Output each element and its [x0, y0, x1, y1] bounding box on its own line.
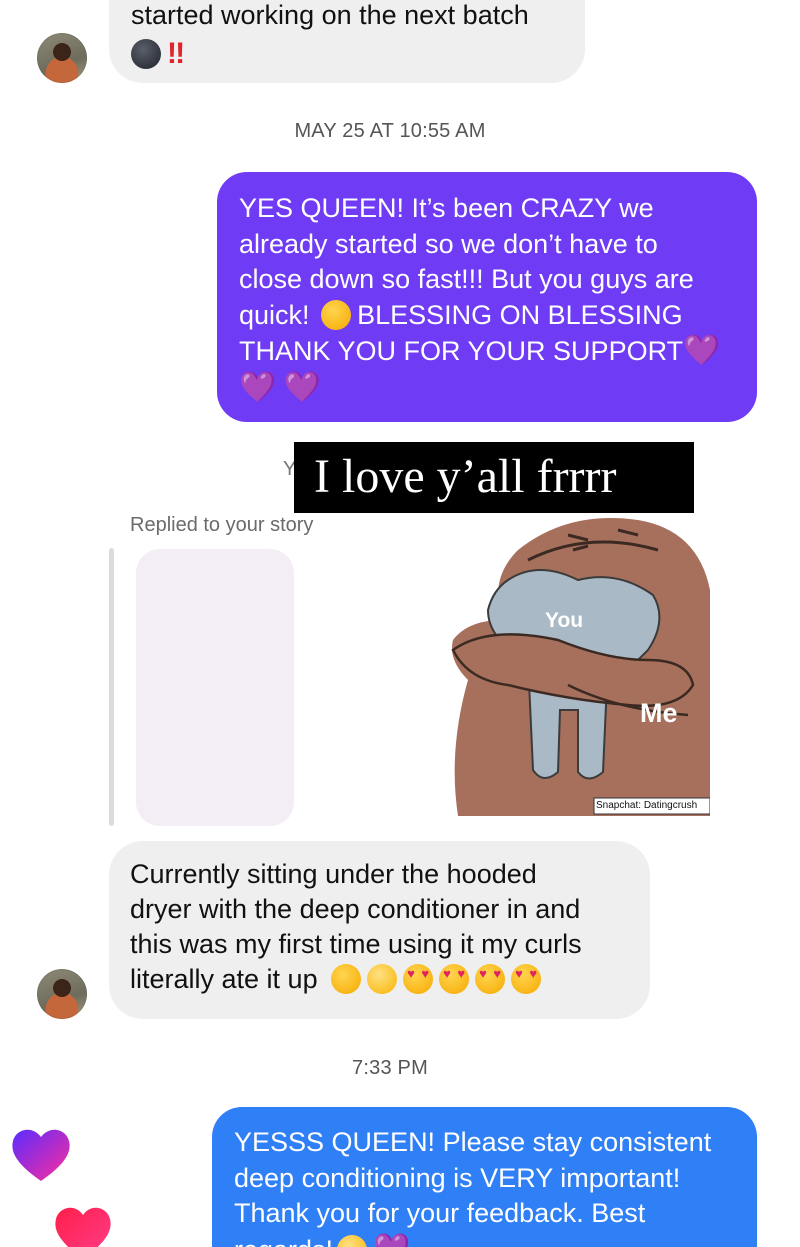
outgoing-message-bubble: YESSS QUEEN! Please stay consistent deep…	[212, 1107, 757, 1247]
heart-eyes-emoji	[511, 964, 542, 994]
heart-eyes-emoji	[439, 964, 470, 994]
message-timestamp: 7:33 PM	[352, 1057, 428, 1079]
story-caption-text: I love y’all frrrr	[314, 450, 617, 503]
reply-indicator-line	[109, 548, 114, 826]
message-text: started working on the next batch	[131, 0, 529, 30]
message-line: Thank you for your feedback. Best	[234, 1198, 646, 1228]
incoming-message-bubble: Currently sitting under the hooded dryer…	[109, 841, 650, 1019]
story-reply-label: Replied to your story	[130, 514, 314, 536]
sticker-watermark: Snapchat: Datingcrush	[596, 800, 698, 811]
story-thumbnail[interactable]	[136, 549, 294, 826]
message-line: YESSS QUEEN! Please stay consistent	[234, 1127, 712, 1157]
purple-heart-emoji: 💜	[683, 334, 721, 367]
bear-hug-illustration	[451, 518, 711, 816]
message-line: BLESSING ON BLESSING	[357, 299, 683, 330]
weary-face-emoji	[321, 299, 352, 330]
message-line: already started so we don’t have to	[239, 228, 658, 259]
heart-eyes-emoji	[475, 964, 506, 994]
double-exclamation-emoji: ‼	[167, 37, 185, 70]
purple-heart-emoji: 💜	[283, 370, 322, 404]
message-line: close down so fast!!! But you guys are	[239, 264, 694, 294]
smiling-face-emoji	[337, 1234, 368, 1247]
bear-hug-sticker[interactable]: You Me Snapchat: Datingcrush	[448, 510, 711, 816]
message-line: this was my first time using it my curls	[130, 929, 582, 959]
story-caption-overlay: I love y’all frrrr	[294, 442, 694, 513]
heart-eyes-emoji	[403, 964, 434, 994]
message-line: literally ate it up	[130, 964, 318, 994]
floating-heart-icon	[55, 1207, 111, 1247]
floating-heart-icon	[12, 1129, 70, 1181]
avatar[interactable]	[37, 33, 87, 83]
message-line: Currently sitting under the hooded	[130, 859, 537, 889]
incoming-message-bubble: started working on the next batch ‼	[109, 0, 585, 83]
pleading-face-emoji	[367, 964, 398, 994]
message-line: regards!	[234, 1235, 333, 1247]
purple-heart-emoji: 💜	[239, 370, 277, 404]
message-timestamp: MAY 25 AT 10:55 AM	[294, 120, 486, 142]
sticker-label-you: You	[545, 609, 584, 632]
message-line: quick!	[239, 299, 310, 330]
message-line: deep conditioning is VERY important!	[234, 1162, 681, 1193]
purple-heart-emoji: 💜	[373, 1233, 410, 1247]
message-line: THANK YOU FOR YOUR SUPPORT	[239, 336, 684, 366]
message-line: dryer with the deep conditioner in and	[130, 894, 581, 924]
avatar[interactable]	[37, 969, 87, 1019]
sticker-label-me: Me	[640, 698, 678, 728]
weary-face-emoji	[331, 964, 362, 994]
outgoing-message-bubble: YES QUEEN! It’s been CRAZY we already st…	[217, 172, 757, 422]
new-moon-face-emoji	[131, 39, 161, 69]
message-line: YES QUEEN! It’s been CRAZY we	[239, 193, 654, 223]
